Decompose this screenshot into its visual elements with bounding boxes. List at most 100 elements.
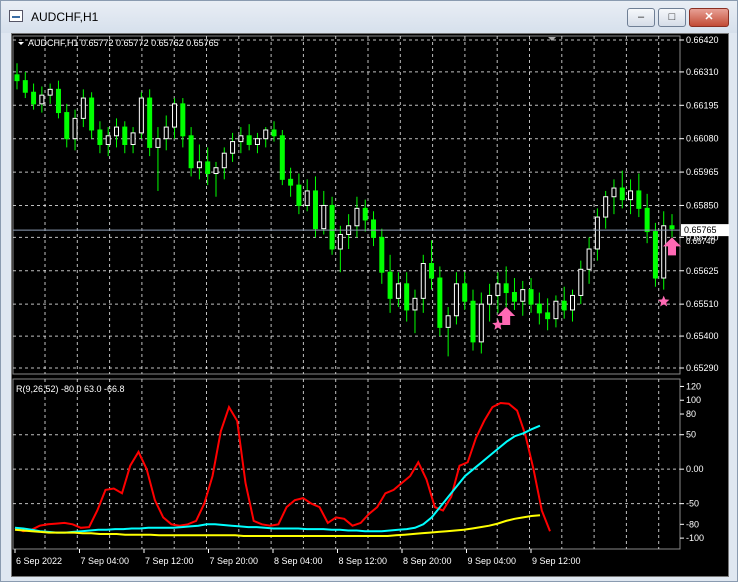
candle-body (55, 88, 61, 114)
price-tick-label: 0.65400 (686, 331, 719, 341)
minimize-button[interactable]: – (627, 8, 655, 27)
indicator-panel-frame (12, 378, 681, 550)
candle-body (147, 97, 153, 148)
close-button[interactable]: ✕ (689, 8, 729, 27)
candle-body (619, 187, 625, 201)
candle-body (163, 126, 169, 140)
candle-body (487, 294, 493, 305)
chart-window: AUDCHF,H1 – □ ✕ 0.66420 0.66310 0.66195 0.6… (0, 0, 738, 582)
price-tick-label: 0.66195 (686, 100, 719, 110)
candle-body (437, 277, 443, 328)
candle-body (669, 225, 675, 230)
candle-body (445, 315, 451, 328)
candle-body (561, 300, 567, 311)
candle-body (155, 138, 161, 148)
candle-body (628, 190, 634, 201)
candle-body (304, 190, 310, 206)
indicator-tick-label: 100 (686, 395, 701, 405)
candle-body (230, 141, 236, 154)
candle-body (80, 97, 86, 119)
price-tick-label: 0.65850 (686, 200, 719, 210)
price-tick-label: 0.65625 (686, 266, 719, 276)
indicator-tick-label: -50 (686, 499, 699, 509)
candle-body (31, 91, 37, 105)
candle-body (279, 135, 285, 180)
window-title: AUDCHF,H1 (31, 10, 99, 24)
candle-body (586, 248, 592, 270)
candle-body (321, 204, 327, 230)
candle-body (329, 204, 335, 250)
time-axis-label: 9 Sep 04:00 (468, 556, 517, 566)
candle-body (72, 117, 78, 140)
candle-body (205, 161, 211, 175)
candle-body (288, 178, 294, 186)
candle-body (536, 303, 542, 314)
price-tick-label: 0.65510 (686, 299, 719, 309)
candle-body (553, 300, 559, 320)
candle-body (652, 231, 658, 279)
candle-body (113, 126, 119, 137)
candle-body (221, 152, 227, 169)
time-axis-label: 7 Sep 12:00 (145, 556, 194, 566)
price-tick-label: 0.66420 (686, 35, 719, 45)
time-axis-label: 7 Sep 04:00 (81, 556, 130, 566)
candle-body (594, 216, 600, 250)
indicator-tick-label: 50 (686, 430, 696, 440)
candle-body (470, 300, 476, 343)
chart-canvas[interactable]: 0.66420 0.66310 0.66195 0.66080 0.65965 0.658… (11, 33, 729, 577)
price-tick-label: 0.65965 (686, 167, 719, 177)
candle-body (271, 129, 277, 137)
candle-body (105, 135, 111, 145)
current-price-label: 0.65765 (684, 225, 717, 235)
candle-body (246, 135, 252, 145)
candle-body (644, 207, 650, 233)
candle-body (14, 74, 20, 82)
candle-body (545, 312, 551, 320)
candle-body (172, 103, 178, 128)
candle-body (412, 297, 418, 311)
candle-body (213, 167, 219, 175)
candle-body (130, 132, 136, 145)
candle-body (122, 126, 128, 145)
candle-body (611, 187, 617, 198)
candle-body (263, 129, 269, 140)
candle-body (495, 283, 501, 296)
candle-body (22, 80, 28, 93)
candle-body (379, 236, 385, 273)
indicator-tick-label: 0.00 (686, 464, 704, 474)
price-panel-header: AUDCHF,H1 0.65772 0.65772 0.65762 0.6576… (28, 38, 219, 48)
candle-body (578, 268, 584, 296)
candle-body (337, 233, 343, 250)
candle-body (362, 207, 368, 221)
candle-body (254, 138, 260, 145)
candle-body (404, 283, 410, 311)
candle-body (387, 271, 393, 299)
chart-svg[interactable]: 0.66420 0.66310 0.66195 0.66080 0.65965 0.658… (12, 34, 730, 578)
indicator-tick-label: -100 (686, 533, 704, 543)
candle-body (64, 112, 70, 140)
candle-body (354, 207, 360, 227)
candle-body (312, 190, 318, 230)
candle-body (511, 292, 517, 302)
title-bar[interactable]: AUDCHF,H1 – □ ✕ (1, 1, 737, 33)
candle-body (478, 303, 484, 343)
candle-body (395, 283, 401, 299)
indicator-tick-label: -80 (686, 519, 699, 529)
secondary-price-label: 0.65740 (686, 237, 715, 246)
maximize-button[interactable]: □ (658, 8, 686, 27)
time-axis-label: 8 Sep 20:00 (403, 556, 452, 566)
candle-body (420, 263, 426, 299)
candle-body (429, 263, 435, 279)
candle-body (89, 97, 95, 131)
chart-window-icon (9, 10, 23, 22)
price-tick-label: 0.66080 (686, 134, 719, 144)
price-tick-label: 0.66310 (686, 67, 719, 77)
time-axis-label: 8 Sep 04:00 (274, 556, 323, 566)
candle-body (188, 135, 194, 169)
candle-body (371, 219, 377, 238)
candle-body (528, 289, 534, 305)
candle-body (636, 190, 642, 209)
time-axis-label: 8 Sep 12:00 (339, 556, 388, 566)
time-axis-label: 9 Sep 12:00 (532, 556, 581, 566)
candle-body (570, 294, 576, 311)
